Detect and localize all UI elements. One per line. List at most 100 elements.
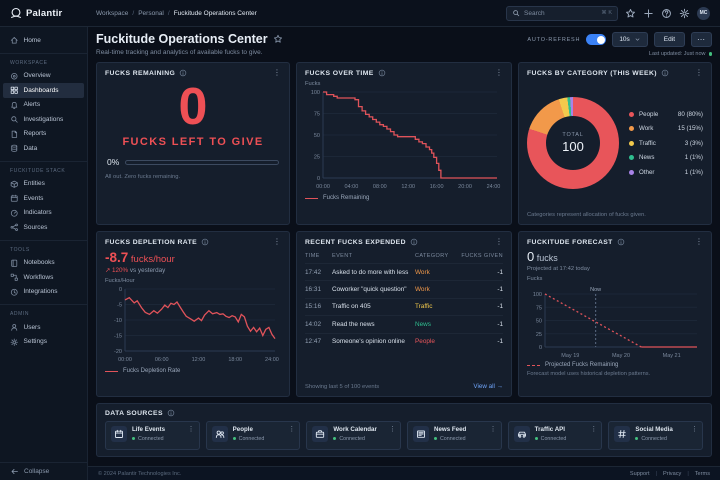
breadcrumb-separator: / [132, 10, 134, 17]
sidebar-item-users[interactable]: Users [0, 320, 87, 335]
data-source-life-events[interactable]: Life Events Connected ⋮ [105, 421, 200, 450]
info-icon[interactable] [661, 69, 669, 77]
data-source-people[interactable]: PeopleConnected⋮ [206, 421, 301, 450]
sidebar-item-workflows[interactable]: Workflows [0, 270, 87, 285]
kebab-menu-icon[interactable]: ⋮ [495, 69, 503, 77]
data-source-status: Connected [233, 436, 265, 442]
breadcrumb-item[interactable]: Workspace [96, 10, 128, 17]
favorite-star-icon[interactable] [273, 34, 283, 44]
sidebar-section: WORKSPACEOverviewDashboardsAlertsInvesti… [0, 53, 87, 159]
sidebar-item-label: Indicators [24, 209, 52, 216]
footer-link-terms[interactable]: Terms [695, 471, 710, 477]
info-icon[interactable] [410, 238, 418, 246]
sidebar-item-investigations[interactable]: Investigations [0, 112, 87, 127]
gear-icon[interactable] [679, 8, 690, 19]
data-source-news-feed[interactable]: News FeedConnected⋮ [407, 421, 502, 450]
table-row[interactable]: 16:31Coworker "quick question"Work-1 [305, 280, 503, 297]
sidebar-item-data[interactable]: Data [0, 141, 87, 156]
breadcrumb-item[interactable]: Personal [138, 10, 164, 17]
search-input[interactable]: Search ⌘ K [506, 6, 618, 21]
sidebar-item-overview[interactable]: Overview [0, 69, 87, 84]
sidebar-item-dashboards[interactable]: Dashboards [3, 83, 84, 98]
sidebar-item-integrations[interactable]: Integrations [0, 285, 87, 300]
plus-icon[interactable] [643, 8, 654, 19]
table-row[interactable]: 12:47Someone's opinion onlinePeople-1 [305, 333, 503, 350]
info-icon[interactable] [617, 238, 625, 246]
kebab-menu-icon[interactable]: ⋮ [695, 238, 703, 246]
sidebar-collapse-button[interactable]: Collapse [0, 462, 87, 480]
data-source-info: Life Events Connected [132, 426, 165, 445]
forecast-subtitle: Projected at 17:42 today [527, 266, 703, 272]
breadcrumb-item[interactable]: Fuckitude Operations Center [174, 10, 257, 17]
sidebar-item-events[interactable]: Events [0, 191, 87, 206]
status-dot-icon [635, 437, 638, 440]
svg-text:100: 100 [311, 90, 320, 96]
sidebar-item-reports[interactable]: Reports [0, 127, 87, 142]
info-icon[interactable] [201, 238, 209, 246]
sidebar-item-notebooks[interactable]: Notebooks [0, 256, 87, 271]
svg-text:50: 50 [314, 133, 320, 139]
sidebar-item-label: Overview [24, 72, 51, 79]
sidebar-item-home[interactable]: Home [0, 33, 87, 48]
palantir-logo[interactable]: Palantir [0, 7, 88, 19]
kebab-menu-icon[interactable]: ⋮ [389, 425, 396, 433]
kebab-menu-icon[interactable]: ⋮ [590, 425, 597, 433]
data-source-traffic-api[interactable]: Traffic APIConnected⋮ [508, 421, 603, 450]
notebook-icon [10, 259, 19, 268]
svg-text:0: 0 [539, 345, 542, 351]
sidebar-item-entities[interactable]: Entities [0, 177, 87, 192]
svg-text:25: 25 [536, 332, 542, 338]
kebab-menu-icon[interactable]: ⋮ [495, 238, 503, 246]
palantir-logo-icon [10, 7, 22, 19]
help-icon[interactable] [661, 8, 672, 19]
donut-total-value: 100 [562, 139, 584, 154]
depletion-delta-note: vs yesterday [128, 267, 165, 274]
data-source-work-calendar[interactable]: Work CalendarConnected⋮ [306, 421, 401, 450]
kebab-menu-icon[interactable]: ⋮ [273, 69, 281, 77]
user-avatar[interactable]: MC [697, 7, 710, 20]
svg-text:0: 0 [317, 176, 320, 182]
sidebar-item-alerts[interactable]: Alerts [0, 98, 87, 113]
sidebar-section: ADMINUsersSettings [0, 304, 87, 352]
category-note: Categories represent allocation of fucks… [527, 212, 703, 218]
breadcrumb: Workspace/Personal/Fuckitude Operations … [88, 10, 257, 17]
footer-links: Support|Privacy|Terms [630, 471, 710, 477]
legend-value: 80 (80%) [678, 111, 703, 118]
data-source-status: Connected [635, 436, 672, 442]
data-source-status: Connected [132, 436, 165, 442]
status-dot-icon [132, 437, 135, 440]
card-fuckitude-forecast: FUCKITUDE FORECAST ⋮ 0 fucks Projected a… [518, 231, 712, 397]
recent-events-table: TIMEEVENTCATEGORYFUCKS GIVEN17:42Asked t… [305, 251, 503, 381]
kebab-menu-icon[interactable]: ⋮ [691, 425, 698, 433]
data-source-icon-box [614, 426, 630, 442]
svg-text:12:00: 12:00 [192, 357, 206, 363]
search-icon [512, 9, 520, 17]
refresh-interval-select[interactable]: 10s [612, 32, 647, 47]
table-row[interactable]: 17:42Asked to do more with lessWork-1 [305, 263, 503, 280]
table-row[interactable]: 14:02Read the newsNews-1 [305, 315, 503, 332]
footer-link-privacy[interactable]: Privacy [663, 471, 681, 477]
kebab-menu-icon[interactable]: ⋮ [695, 69, 703, 77]
data-source-icon-box [312, 426, 328, 442]
view-all-link[interactable]: View all → [473, 383, 503, 390]
sidebar-item-indicators[interactable]: Indicators [0, 206, 87, 221]
info-icon[interactable] [179, 69, 187, 77]
news-icon [416, 429, 426, 439]
sidebar-item-settings[interactable]: Settings [0, 335, 87, 350]
data-source-social-media[interactable]: Social MediaConnected⋮ [608, 421, 703, 450]
kebab-menu-icon[interactable]: ⋮ [490, 425, 497, 433]
info-icon[interactable] [378, 69, 386, 77]
kebab-menu-icon[interactable]: ⋮ [273, 238, 281, 246]
edit-button[interactable]: Edit [654, 32, 685, 47]
kebab-menu-icon[interactable]: ⋮ [288, 425, 295, 433]
table-row[interactable]: 15:16Traffic on 405Traffic-1 [305, 298, 503, 315]
more-options-button[interactable]: ⋯ [691, 32, 712, 47]
footer-link-support[interactable]: Support [630, 471, 650, 477]
gauge-icon [10, 209, 19, 218]
kebab-menu-icon[interactable]: ⋮ [188, 425, 195, 433]
data-source-name: Life Events [132, 426, 165, 433]
star-icon[interactable] [625, 8, 636, 19]
auto-refresh-toggle[interactable] [586, 34, 606, 45]
sidebar-item-sources[interactable]: Sources [0, 220, 87, 235]
info-icon[interactable] [167, 409, 175, 417]
